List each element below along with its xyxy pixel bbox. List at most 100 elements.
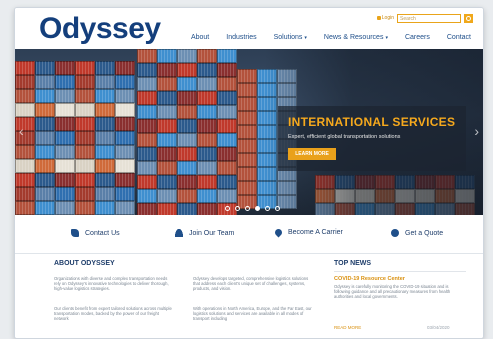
nav-news-resources[interactable]: News & Resources — [324, 34, 388, 41]
quote-icon — [391, 229, 399, 237]
container-block — [177, 77, 197, 91]
slide-dot[interactable] — [225, 206, 230, 211]
container-block — [115, 187, 135, 201]
slide-dot[interactable] — [235, 206, 240, 211]
container-block — [197, 119, 217, 133]
container-block — [115, 103, 135, 117]
slide-dot[interactable] — [255, 206, 260, 211]
container-block — [55, 89, 75, 103]
container-block — [75, 61, 95, 75]
container-block — [157, 49, 177, 63]
container-block — [115, 117, 135, 131]
quick-links-bar: Contact Us Join Our Team Become A Carrie… — [15, 215, 483, 254]
container-block — [237, 111, 257, 125]
quick-link-become-carrier[interactable]: Become A Carrier — [273, 227, 343, 238]
top-news-heading: TOP NEWS — [334, 260, 372, 267]
container-block — [35, 117, 55, 131]
login-label: Login — [381, 15, 394, 21]
site-logo[interactable]: Odyssey — [39, 13, 161, 45]
container-block — [95, 159, 115, 173]
container-block — [197, 49, 217, 63]
container-block — [35, 173, 55, 187]
container-block — [237, 167, 257, 181]
container-block — [15, 201, 35, 215]
nav-contact[interactable]: Contact — [447, 34, 471, 41]
container-block — [137, 63, 157, 77]
container-block — [137, 133, 157, 147]
slide-indicators — [225, 206, 280, 211]
slide-dot[interactable] — [265, 206, 270, 211]
container-block — [237, 83, 257, 97]
login-link[interactable]: Login — [376, 15, 394, 21]
container-block — [95, 187, 115, 201]
container-block — [75, 89, 95, 103]
container-block — [197, 189, 217, 203]
nav-industries[interactable]: Industries — [226, 34, 256, 41]
container-block — [55, 75, 75, 89]
container-block — [15, 61, 35, 75]
container-block — [75, 145, 95, 159]
container-block — [177, 105, 197, 119]
container-block — [217, 119, 237, 133]
container-block — [197, 133, 217, 147]
container-block — [95, 61, 115, 75]
container-block — [217, 77, 237, 91]
container-block — [35, 61, 55, 75]
container-block — [75, 201, 95, 215]
container-block — [35, 131, 55, 145]
search-button[interactable] — [464, 13, 473, 23]
container-block — [137, 189, 157, 203]
container-block — [55, 145, 75, 159]
browser-screen: Odyssey Login Search About Industries So… — [14, 7, 484, 339]
nav-solutions[interactable]: Solutions — [274, 34, 307, 41]
about-heading: ABOUT ODYSSEY — [54, 260, 115, 267]
container-block — [137, 175, 157, 189]
container-block — [197, 175, 217, 189]
container-block — [177, 189, 197, 203]
container-block — [15, 103, 35, 117]
container-block — [177, 203, 197, 215]
nav-careers[interactable]: Careers — [405, 34, 430, 41]
container-block — [197, 203, 217, 215]
prev-slide-icon[interactable]: ‹ — [19, 123, 24, 139]
container-block — [157, 105, 177, 119]
container-block — [157, 63, 177, 77]
container-block — [217, 105, 237, 119]
container-block — [15, 173, 35, 187]
about-paragraph: Our clients benefit from expert tailored… — [54, 306, 172, 322]
quick-link-contact[interactable]: Contact Us — [71, 229, 120, 237]
container-block — [137, 77, 157, 91]
read-more-link[interactable]: READ MORE — [334, 325, 361, 330]
container-block — [75, 103, 95, 117]
container-block — [137, 91, 157, 105]
container-block — [217, 63, 237, 77]
container-block — [95, 89, 115, 103]
container-block — [177, 147, 197, 161]
next-slide-icon[interactable]: › — [474, 123, 479, 139]
user-icon — [175, 229, 183, 237]
lock-icon — [376, 16, 381, 20]
learn-more-button[interactable]: LEARN MORE — [288, 148, 336, 160]
container-block — [75, 173, 95, 187]
container-block — [55, 173, 75, 187]
container-block — [217, 147, 237, 161]
quick-link-join-team[interactable]: Join Our Team — [175, 229, 234, 237]
container-block — [217, 189, 237, 203]
container-block — [177, 91, 197, 105]
container-block — [115, 201, 135, 215]
container-block — [157, 203, 177, 215]
container-block — [237, 181, 257, 195]
container-block — [237, 97, 257, 111]
quick-link-get-quote[interactable]: Get a Quote — [391, 229, 443, 237]
news-item-title[interactable]: COVID-19 Resource Center — [334, 276, 405, 282]
container-block — [237, 139, 257, 153]
container-block — [75, 159, 95, 173]
search-input[interactable]: Search — [397, 13, 461, 23]
slide-dot[interactable] — [275, 206, 280, 211]
container-block — [95, 145, 115, 159]
phone-icon — [71, 229, 79, 237]
container-block — [15, 159, 35, 173]
slide-dot[interactable] — [245, 206, 250, 211]
nav-about[interactable]: About — [191, 34, 209, 41]
news-item-body: Odyssey is carefully monitoring the COVI… — [334, 284, 451, 300]
